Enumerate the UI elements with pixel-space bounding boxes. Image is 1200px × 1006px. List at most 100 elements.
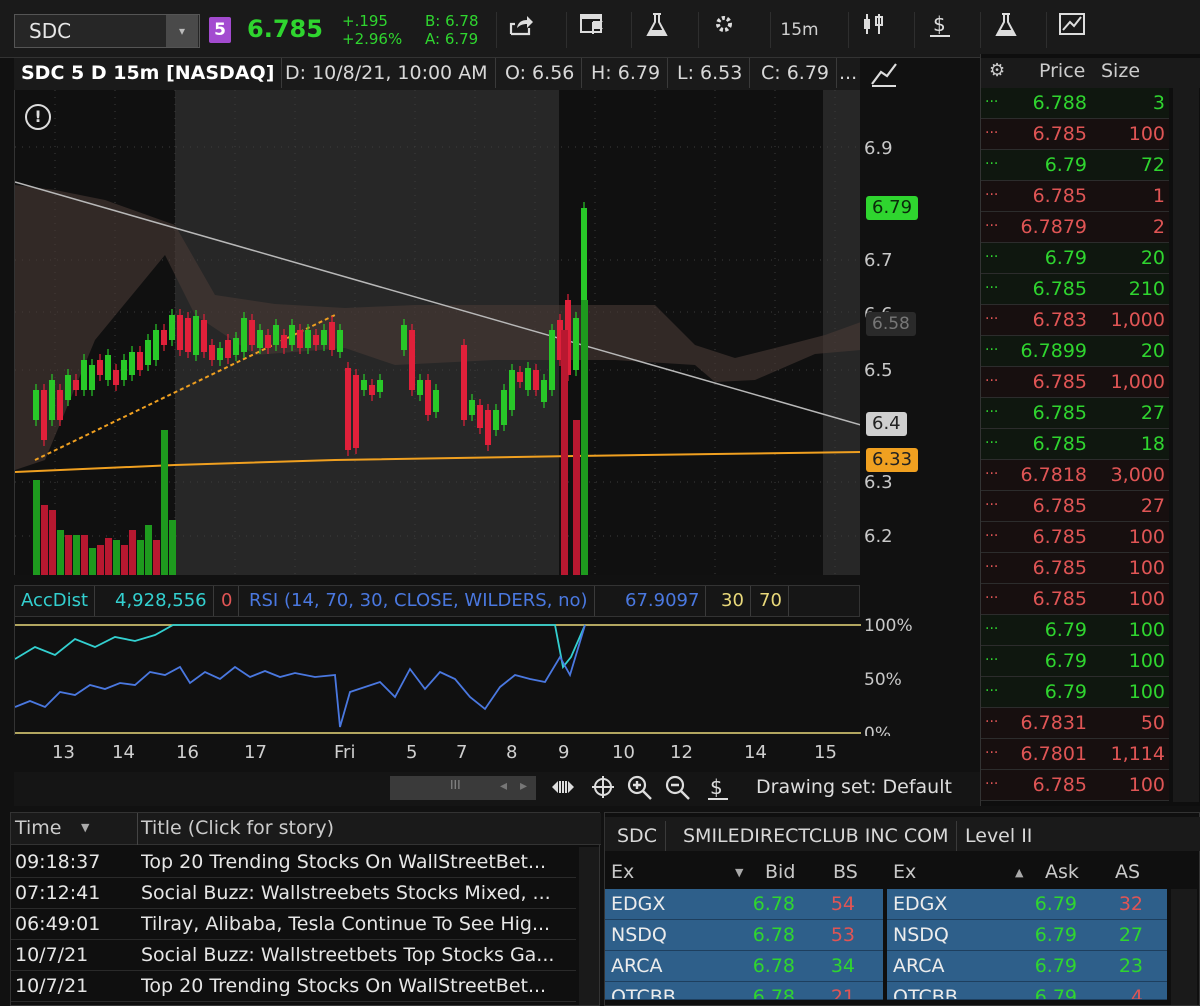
link-group-badge[interactable]: 5 [209, 17, 231, 43]
time-sales-row[interactable]: ... 6.7831 50 [981, 708, 1169, 739]
candle-body [161, 330, 167, 345]
level2-symbol[interactable]: SDC [609, 821, 666, 851]
accdist-label[interactable]: AccDist [15, 586, 96, 616]
time-sales-row[interactable]: ... 6.79 100 [981, 677, 1169, 708]
news-title-link[interactable]: Social Buzz: Wallstreebets Stocks Mixed,… [141, 882, 573, 904]
tab-level2[interactable]: Level II [957, 821, 1040, 851]
title-column-header[interactable]: Title (Click for story) [141, 817, 334, 839]
time-sales-row[interactable]: ... 6.785 27 [981, 398, 1169, 429]
ask-price-header[interactable]: Ask [1045, 861, 1079, 883]
timeframe-button[interactable]: 15m [770, 12, 828, 48]
candle-style-icon[interactable] [848, 12, 898, 48]
crosshair-icon[interactable] [590, 774, 616, 806]
time-sales-row[interactable]: ... 6.7879 2 [981, 212, 1169, 243]
ask-row[interactable]: EDGX 6.79 32 [887, 889, 1167, 920]
trade-size: 100 [1128, 619, 1165, 641]
price-chart-canvas[interactable] [14, 90, 862, 575]
candle-body [225, 340, 231, 358]
time-sales-row[interactable]: ... 6.785 18 [981, 429, 1169, 460]
rsi-label[interactable]: RSI (14, 70, 30, CLOSE, WILDERS, no) [243, 586, 595, 616]
candle-body [417, 380, 423, 395]
zoom-in-icon[interactable] [626, 774, 654, 808]
time-sales-scrollbar[interactable] [1173, 88, 1199, 802]
sort-up-icon[interactable]: ▲ [1015, 866, 1023, 879]
share-icon[interactable] [496, 12, 546, 48]
symbol-dropdown-button[interactable]: ▾ [166, 15, 198, 47]
news-title-link[interactable]: Social Buzz: Wallstreetbets Top Stocks G… [141, 944, 573, 966]
time-sales-row[interactable]: ... 6.79 100 [981, 646, 1169, 677]
time-sales-row[interactable]: ... 6.785 27 [981, 491, 1169, 522]
ask-row[interactable]: OTCBB 6.79 4 [887, 982, 1167, 1000]
header-more-button[interactable]: ... [832, 58, 864, 88]
time-sales-row[interactable]: ... 6.785 210 [981, 274, 1169, 305]
chart-title[interactable]: SDC 5 D 15m [NASDAQ] [14, 58, 283, 88]
bid-ex-header[interactable]: Ex [611, 861, 634, 883]
scroll-grip[interactable]: III [450, 778, 461, 792]
bid-row[interactable]: NSDQ 6.78 53 [605, 920, 883, 951]
news-title-link[interactable]: Top 20 Trending Stocks On WallStreetBet.… [141, 851, 573, 873]
flask-icon[interactable] [631, 12, 681, 48]
ask-row[interactable]: ARCA 6.79 23 [887, 951, 1167, 982]
study-chart[interactable] [14, 617, 861, 735]
ask-size-header[interactable]: AS [1115, 861, 1140, 883]
time-sales-row[interactable]: ... 6.783 1,000 [981, 305, 1169, 336]
expand-horizontal-icon[interactable] [550, 774, 576, 806]
drawing-tool-icon[interactable] [866, 60, 902, 90]
candle-body [209, 345, 215, 360]
time-sales-row[interactable]: ... 6.785 100 [981, 119, 1169, 150]
time-sales-row[interactable]: ... 6.788 3 [981, 88, 1169, 119]
study-chart-canvas[interactable] [14, 617, 861, 735]
alert-icon[interactable]: ! [25, 104, 51, 130]
drawings-icon[interactable] [1046, 12, 1096, 48]
price-dollar-icon[interactable]: $ [706, 774, 730, 808]
time-sales-list[interactable]: ... 6.788 3... 6.785 100... 6.79 72... 6.785 1..… [981, 54, 1171, 804]
drawing-set-selector[interactable]: Drawing set: Default [756, 776, 952, 798]
bid-row[interactable]: OTCBB 6.78 21 [605, 982, 883, 1000]
trade-size: 3,000 [1110, 464, 1165, 486]
flask-icon-2[interactable] [980, 12, 1030, 48]
scroll-left-icon[interactable]: ◂ [500, 778, 507, 794]
ask-size: 32 [1118, 893, 1143, 915]
news-scrollbar[interactable] [579, 847, 599, 1005]
bid-row[interactable]: EDGX 6.78 54 [605, 889, 883, 920]
news-row[interactable]: 06:49:01 Tilray, Alibaba, Tesla Continue … [11, 909, 576, 940]
scroll-right-icon[interactable]: ▸ [520, 778, 527, 794]
chart-scrollbar[interactable]: III [390, 776, 536, 800]
gear-icon[interactable] [698, 12, 748, 48]
time-sales-row[interactable]: ... 6.785 100 [981, 584, 1169, 615]
candle-body [469, 400, 475, 415]
flag-calendar-icon[interactable] [566, 12, 616, 48]
time-sales-row[interactable]: ... 6.79 72 [981, 150, 1169, 181]
bid-row[interactable]: ARCA 6.78 34 [605, 951, 883, 982]
time-sales-row[interactable]: ... 6.7899 20 [981, 336, 1169, 367]
time-sales-row[interactable]: ... 6.785 1 [981, 181, 1169, 212]
ask-ex-header[interactable]: Ex [893, 861, 916, 883]
time-sales-row[interactable]: ... 6.79 20 [981, 243, 1169, 274]
news-row[interactable]: 09:18:37 Top 20 Trending Stocks On WallSt… [11, 847, 576, 878]
news-row[interactable]: 10/7/21 Social Buzz: Wallstreetbets Top S… [11, 940, 576, 971]
time-sales-row[interactable]: ... 6.7818 3,000 [981, 460, 1169, 491]
time-sales-row[interactable]: ... 6.785 1,000 [981, 367, 1169, 398]
time-sales-row[interactable]: ... 6.79 100 [981, 615, 1169, 646]
study-header: AccDist 4,928,556 0 RSI (14, 70, 30, CLO… [14, 585, 860, 617]
news-title-link[interactable]: Top 20 Trending Stocks On WallStreetBet.… [141, 975, 573, 997]
time-sales-row[interactable]: ... 6.785 100 [981, 553, 1169, 584]
news-row[interactable]: 10/7/21 Top 20 Trending Stocks On WallStr… [11, 971, 576, 1002]
news-row[interactable]: 07:12:41 Social Buzz: Wallstreebets Stock… [11, 878, 576, 909]
sort-down-icon[interactable]: ▼ [735, 866, 743, 879]
time-sales-row[interactable]: ... 6.785 100 [981, 522, 1169, 553]
news-title-link[interactable]: Tilray, Alibaba, Tesla Continue To See H… [141, 913, 573, 935]
bid-size-header[interactable]: BS [833, 861, 858, 883]
time-sales-row[interactable]: ... 6.7801 1,114 [981, 739, 1169, 770]
dollar-icon[interactable]: $ [914, 12, 964, 48]
time-sales-row[interactable]: ... 6.785 100 [981, 770, 1169, 801]
level2-scrollbar[interactable] [1171, 889, 1197, 1005]
trade-size: 1,114 [1110, 743, 1165, 765]
zoom-out-icon[interactable] [664, 774, 692, 808]
ask-row[interactable]: NSDQ 6.79 27 [887, 920, 1167, 951]
sort-down-icon[interactable]: ▼ [81, 821, 89, 834]
price-chart[interactable]: ! [14, 90, 862, 575]
bid-price-header[interactable]: Bid [765, 861, 795, 883]
time-column-header[interactable]: Time [15, 817, 62, 839]
candle-body [337, 330, 343, 352]
